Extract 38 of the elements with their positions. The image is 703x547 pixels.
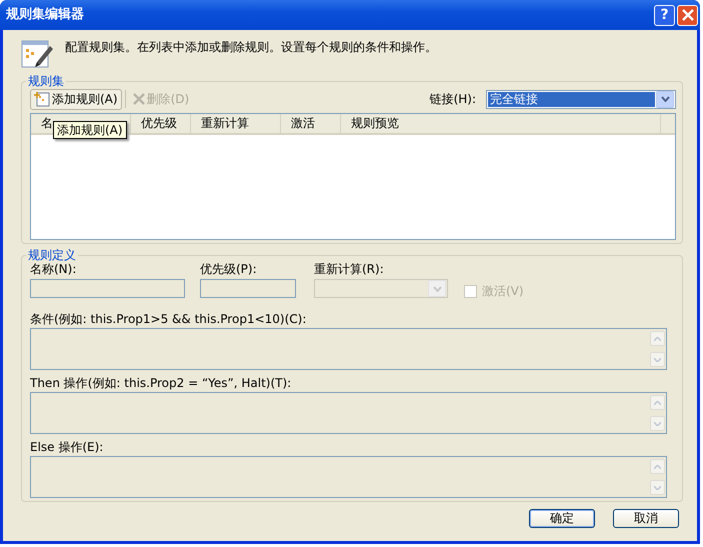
name-field[interactable] [30,279,185,298]
add-rule-button[interactable]: 添加规则(A) [30,88,122,110]
add-list-icon [34,91,50,107]
ok-button[interactable]: 确定 [529,509,595,528]
text-area[interactable] [30,456,667,498]
close-button[interactable] [677,4,698,26]
description-text: 配置规则集。在列表中添加或删除规则。设置每个规则的条件和操作。 [65,40,437,54]
group-title: 规则定义 [27,248,77,262]
cancel-button[interactable]: 取消 [613,509,679,528]
field-label: Else 操作(E): [30,440,104,454]
checkbox-label: 激活(V) [482,284,524,298]
scroll-down-button[interactable] [650,416,665,431]
window-title: 规则集编辑器 [6,8,84,22]
scroll-down-button[interactable] [650,480,665,495]
field-label: 条件(例如: this.Prop1>5 && this.Prop1<10)(C): [30,312,308,326]
field-label: 重新计算(R): [314,262,385,276]
rule-editor-icon [21,38,55,70]
close-icon [682,9,694,21]
help-button[interactable]: ? [654,4,675,26]
tooltip: 添加规则(A) [53,121,127,139]
field-label: 优先级(P): [200,262,258,276]
chaining-label: 链接(H): [430,92,476,106]
delete-icon [132,93,145,105]
chaining-dropdown[interactable]: 完全链接 [486,90,676,108]
field-label: Then 操作(例如: this.Prop2 = “Yes”, Halt)(T): [30,376,292,390]
scroll-up-button[interactable] [650,459,665,474]
field-label: 名称(N): [30,262,78,276]
scroll-down-button[interactable] [650,352,665,367]
column-header[interactable]: 激活 [281,114,341,133]
column-header[interactable]: 规则预览 [341,114,661,133]
scroll-up-button[interactable] [650,395,665,410]
scroll-up-button[interactable] [650,331,665,346]
text-area[interactable] [30,392,667,434]
column-header[interactable]: 重新计算 [191,114,281,133]
priority-field[interactable] [200,279,296,298]
group-title: 规则集 [27,74,65,88]
text-area[interactable] [30,328,667,370]
column-header[interactable]: 优先级 [131,114,191,133]
